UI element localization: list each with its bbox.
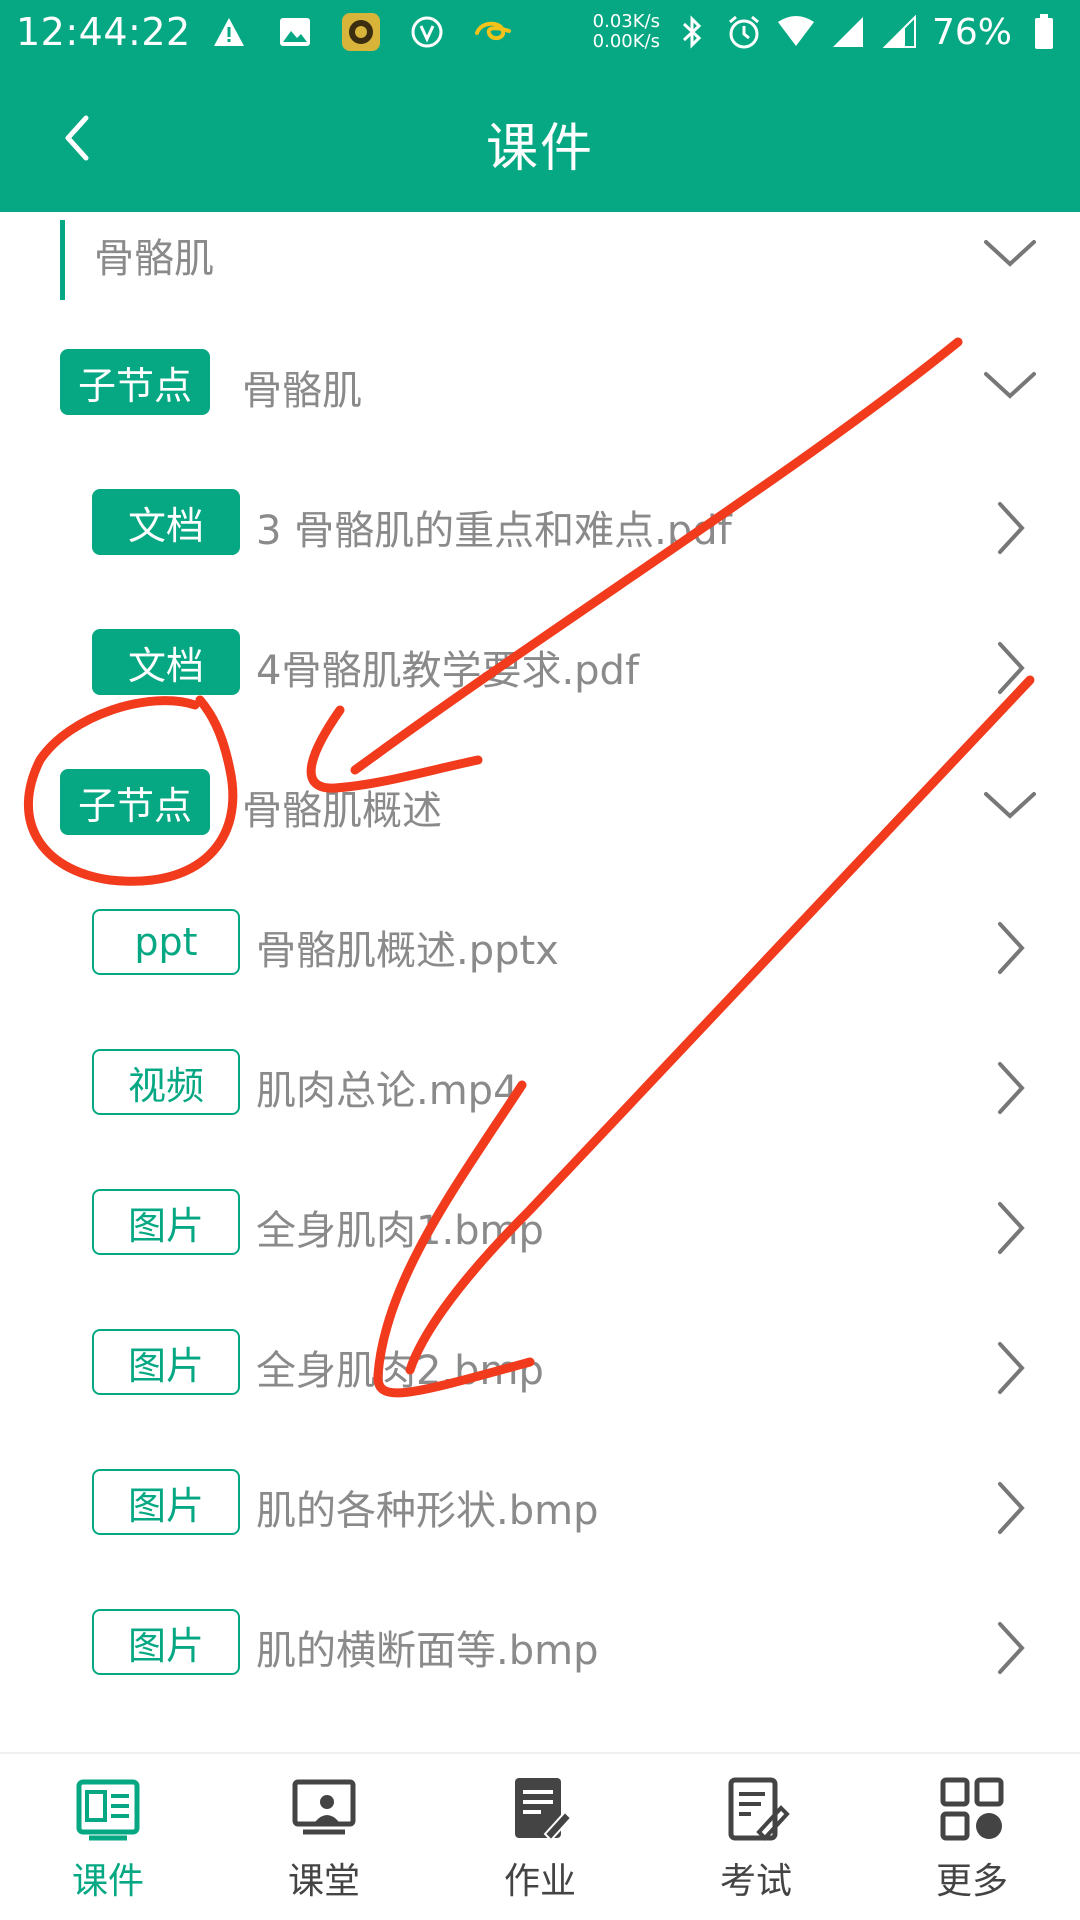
list-item-ppt[interactable]: ppt 骨骼肌概述.pptx: [0, 902, 1080, 1002]
chevron-right-icon[interactable]: [980, 1618, 1040, 1678]
list-item-doc[interactable]: 文档 4骨骼肌教学要求.pdf: [0, 622, 1080, 722]
tab-courseware[interactable]: 课件: [38, 1774, 178, 1914]
net-up-speed: 0.03K/s: [592, 11, 660, 32]
status-time: 12:44:22: [16, 10, 191, 54]
warning-icon: [209, 12, 249, 52]
chapter-indicator: [60, 220, 65, 300]
list-item-video[interactable]: 视频 肌肉总论.mp4: [0, 1042, 1080, 1142]
subnode-row[interactable]: 子节点 骨骼肌概述: [0, 762, 1080, 862]
list-item-image[interactable]: 图片 肌的各种形状.bmp: [0, 1462, 1080, 1562]
subnode-tag: 子节点: [60, 769, 210, 835]
chevron-right-icon[interactable]: [980, 1058, 1040, 1118]
tab-label: 作业: [503, 1861, 576, 1902]
swirl-notification-icon: [473, 12, 513, 52]
app-screen: 12:44:22 0.03K/s 0.00K/s 76% 课件 骨骼肌 子节点 …: [0, 0, 1080, 1920]
list-item-image[interactable]: 图片 全身肌肉2.bmp: [0, 1322, 1080, 1422]
doc-tag: 文档: [92, 489, 240, 555]
chevron-down-icon[interactable]: [980, 224, 1040, 284]
image-tag: 图片: [92, 1469, 240, 1535]
v-badge-icon: [407, 12, 447, 52]
chevron-right-icon[interactable]: [980, 638, 1040, 698]
video-tag: 视频: [92, 1049, 240, 1115]
tab-label: 课堂: [287, 1861, 360, 1902]
courseware-icon: [76, 1779, 140, 1841]
item-label: 4骨骼肌教学要求.pdf: [256, 648, 640, 694]
page-title: 课件: [485, 119, 594, 179]
doc-tag: 文档: [92, 629, 240, 695]
status-notification-icons: [209, 12, 513, 52]
ppt-tag: ppt: [92, 909, 240, 975]
signal-2-icon: [880, 12, 920, 52]
chevron-right-icon[interactable]: [980, 1478, 1040, 1538]
status-bar: 12:44:22 0.03K/s 0.00K/s 76%: [0, 0, 1080, 64]
title-bar: 课件: [0, 64, 1080, 212]
subnode-row[interactable]: 子节点 骨骼肌: [0, 342, 1080, 442]
list-item-image[interactable]: 图片 全身肌肉1.bmp: [0, 1182, 1080, 1282]
wifi-icon: [776, 12, 816, 52]
tab-exam[interactable]: 考试: [686, 1774, 826, 1914]
more-icon: [940, 1777, 1004, 1841]
subnode-label: 骨骼肌: [242, 368, 362, 414]
item-label: 肌肉总论.mp4: [256, 1068, 519, 1114]
network-speed: 0.03K/s 0.00K/s: [593, 12, 660, 52]
image-tag: 图片: [92, 1609, 240, 1675]
image-notification-icon: [275, 12, 315, 52]
list-item-doc[interactable]: 文档 3 骨骼肌的重点和难点.pdf: [0, 482, 1080, 582]
status-right: 0.03K/s 0.00K/s 76%: [593, 12, 1064, 53]
exam-icon: [728, 1777, 790, 1841]
item-label: 肌的各种形状.bmp: [256, 1488, 599, 1534]
tab-homework[interactable]: 作业: [470, 1774, 610, 1914]
list-item-image[interactable]: 图片 肌的横断面等.bmp: [0, 1602, 1080, 1702]
net-down-speed: 0.00K/s: [592, 31, 660, 52]
alarm-icon: [724, 12, 764, 52]
item-label: 肌的横断面等.bmp: [256, 1628, 599, 1674]
item-label: 骨骼肌概述.pptx: [256, 928, 559, 974]
chevron-right-icon[interactable]: [980, 1198, 1040, 1258]
chevron-right-icon[interactable]: [980, 498, 1040, 558]
subnode-label: 骨骼肌概述: [242, 788, 442, 834]
item-label: 全身肌肉2.bmp: [256, 1348, 544, 1394]
bluetooth-icon: [672, 12, 712, 52]
app-notification-icon: [341, 12, 381, 52]
item-label: 全身肌肉1.bmp: [256, 1208, 544, 1254]
chapter-row[interactable]: 骨骼肌: [0, 212, 1080, 312]
image-tag: 图片: [92, 1189, 240, 1255]
chevron-down-icon[interactable]: [980, 776, 1040, 836]
image-tag: 图片: [92, 1329, 240, 1395]
tab-classroom[interactable]: 课堂: [254, 1774, 394, 1914]
item-label: 3 骨骼肌的重点和难点.pdf: [256, 508, 732, 554]
bottom-tab-bar: 课件 课堂 作业 考试 更多: [0, 1752, 1080, 1920]
tab-label: 更多: [935, 1861, 1008, 1902]
tab-label: 课件: [71, 1861, 144, 1902]
tab-more[interactable]: 更多: [902, 1774, 1042, 1914]
homework-icon: [515, 1778, 573, 1842]
chevron-down-icon[interactable]: [980, 356, 1040, 416]
tab-label: 考试: [719, 1861, 792, 1902]
chapter-label: 骨骼肌: [94, 236, 214, 282]
subnode-tag: 子节点: [60, 349, 210, 415]
chevron-right-icon[interactable]: [980, 1338, 1040, 1398]
classroom-icon: [292, 1779, 356, 1835]
battery-icon: [1024, 12, 1064, 52]
signal-1-icon: [828, 12, 868, 52]
chevron-right-icon[interactable]: [980, 918, 1040, 978]
battery-percentage: 76%: [931, 11, 1012, 53]
courseware-list: 骨骼肌 子节点 骨骼肌 文档 3 骨骼肌的重点和难点.pdf 文档 4骨骼肌教学…: [0, 212, 1080, 1752]
